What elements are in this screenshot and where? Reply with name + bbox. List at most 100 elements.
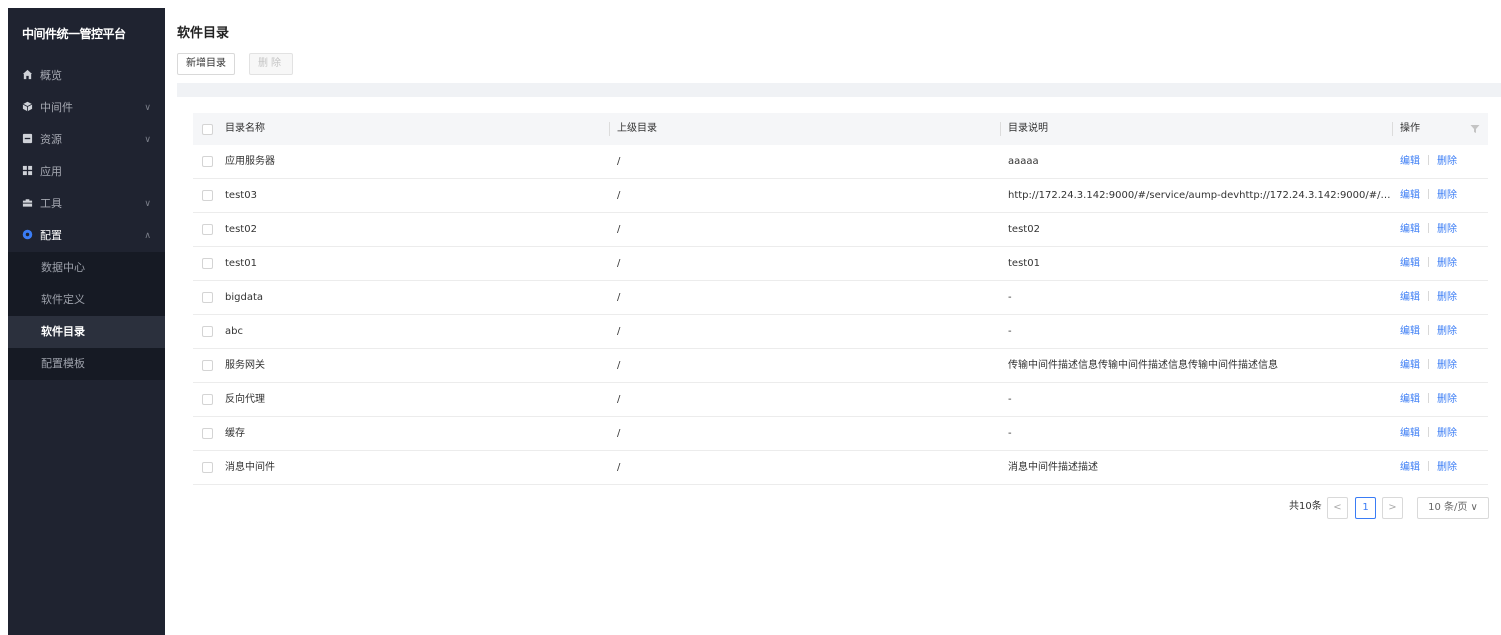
row-checkbox[interactable]	[202, 156, 213, 167]
delete-link[interactable]: 删除	[1437, 292, 1457, 303]
table-row: 缓存 / - 编辑 删除	[193, 417, 1488, 451]
delete-link[interactable]: 删除	[1437, 224, 1457, 235]
delete-link[interactable]: 删除	[1437, 462, 1457, 473]
cell-name: test01	[225, 258, 257, 269]
cell-name: 消息中间件	[225, 462, 275, 473]
edit-link[interactable]: 编辑	[1400, 258, 1420, 269]
cell-description: -	[1008, 292, 1012, 303]
nav-label: 应用	[40, 165, 62, 178]
filter-icon[interactable]	[1470, 124, 1480, 134]
cell-parent: /	[617, 394, 621, 405]
table-header: 目录名称 上级目录 目录说明 操作	[193, 113, 1488, 145]
column-header-actions: 操作	[1400, 123, 1420, 134]
edit-link[interactable]: 编辑	[1400, 360, 1420, 371]
config-submenu: 数据中心 软件定义 软件目录 配置模板	[8, 252, 165, 380]
cell-description: test02	[1008, 224, 1040, 235]
submenu-item-config-template[interactable]: 配置模板	[8, 348, 165, 380]
nav-item-overview[interactable]: 概览	[8, 60, 165, 92]
table-row: test02 / test02 编辑 删除	[193, 213, 1488, 247]
add-catalog-button[interactable]: 新增目录	[177, 53, 235, 75]
row-checkbox[interactable]	[202, 394, 213, 405]
edit-link[interactable]: 编辑	[1400, 156, 1420, 167]
column-header-description: 目录说明	[1008, 123, 1048, 134]
nav-item-tools[interactable]: 工具 ∨	[8, 188, 165, 220]
cell-name: test03	[225, 190, 257, 201]
delete-link[interactable]: 删除	[1437, 428, 1457, 439]
row-checkbox[interactable]	[202, 428, 213, 439]
cell-name: 服务网关	[225, 360, 265, 371]
edit-link[interactable]: 编辑	[1400, 326, 1420, 337]
submenu-item-datacenter[interactable]: 数据中心	[8, 252, 165, 284]
edit-link[interactable]: 编辑	[1400, 224, 1420, 235]
page-1-button[interactable]: 1	[1355, 497, 1376, 519]
delete-link[interactable]: 删除	[1437, 394, 1457, 405]
cell-actions: 编辑 删除	[1400, 315, 1480, 348]
select-all-checkbox[interactable]	[202, 124, 213, 135]
table-row: 反向代理 / - 编辑 删除	[193, 383, 1488, 417]
row-checkbox[interactable]	[202, 326, 213, 337]
table-row: 消息中间件 / 消息中间件描述描述 编辑 删除	[193, 451, 1488, 485]
row-checkbox[interactable]	[202, 292, 213, 303]
prev-page-button[interactable]: <	[1327, 497, 1348, 519]
cell-description: test01	[1008, 258, 1040, 269]
table-row: 服务网关 / 传输中间件描述信息传输中间件描述信息传输中间件描述信息 编辑 删除	[193, 349, 1488, 383]
submenu-item-software-catalog[interactable]: 软件目录	[8, 316, 165, 348]
gear-icon	[22, 229, 33, 240]
action-divider	[1428, 189, 1429, 199]
nav-item-apps[interactable]: 应用	[8, 156, 165, 188]
delete-link[interactable]: 删除	[1437, 326, 1457, 337]
row-checkbox[interactable]	[202, 360, 213, 371]
nav-item-resources[interactable]: 资源 ∨	[8, 124, 165, 156]
cell-description: aaaaa	[1008, 156, 1039, 167]
cell-description: 传输中间件描述信息传输中间件描述信息传输中间件描述信息	[1008, 360, 1278, 371]
nav-label: 工具	[40, 197, 62, 210]
cell-actions: 编辑 删除	[1400, 145, 1480, 178]
cell-actions: 编辑 删除	[1400, 281, 1480, 314]
table-row: 应用服务器 / aaaaa 编辑 删除	[193, 145, 1488, 179]
column-divider	[609, 122, 610, 136]
delete-link[interactable]: 删除	[1437, 258, 1457, 269]
grid-icon	[22, 165, 33, 176]
delete-link[interactable]: 删除	[1437, 156, 1457, 167]
next-page-button[interactable]: >	[1382, 497, 1403, 519]
row-checkbox[interactable]	[202, 224, 213, 235]
home-icon	[22, 69, 33, 80]
table-row: abc / - 编辑 删除	[193, 315, 1488, 349]
cell-name: abc	[225, 326, 243, 337]
delete-button[interactable]: 删除	[249, 53, 293, 75]
sidebar: 中间件统一管控平台 概览 中间件 ∨ 资源 ∨ 应用 工具 ∨ 配置 ∧ 数据中…	[8, 8, 165, 635]
table-row: bigdata / - 编辑 删除	[193, 281, 1488, 315]
nav-item-middleware[interactable]: 中间件 ∨	[8, 92, 165, 124]
cell-name: 反向代理	[225, 394, 265, 405]
column-divider	[1392, 122, 1393, 136]
edit-link[interactable]: 编辑	[1400, 394, 1420, 405]
pagination: 共10条 < 1 > 10 条/页 ∨	[1289, 497, 1489, 519]
edit-link[interactable]: 编辑	[1400, 292, 1420, 303]
page-size-select[interactable]: 10 条/页 ∨	[1417, 497, 1489, 519]
chevron-down-icon: ∨	[144, 135, 151, 145]
cell-description: http://172.24.3.142:9000/#/service/aump-…	[1008, 190, 1393, 201]
main-content: 软件目录 新增目录 删除 目录名称 上级目录 目录说明 操作 应用服务器 / aaa…	[165, 0, 1501, 635]
cell-actions: 编辑 删除	[1400, 383, 1480, 416]
row-checkbox[interactable]	[202, 462, 213, 473]
nav-item-config[interactable]: 配置 ∧	[8, 220, 165, 252]
cell-actions: 编辑 删除	[1400, 349, 1480, 382]
cell-parent: /	[617, 258, 621, 269]
table-row: test03 / http://172.24.3.142:9000/#/servic…	[193, 179, 1488, 213]
nav-label: 中间件	[40, 101, 73, 114]
edit-link[interactable]: 编辑	[1400, 428, 1420, 439]
edit-link[interactable]: 编辑	[1400, 190, 1420, 201]
row-checkbox[interactable]	[202, 258, 213, 269]
delete-link[interactable]: 删除	[1437, 190, 1457, 201]
edit-link[interactable]: 编辑	[1400, 462, 1420, 473]
action-divider	[1428, 155, 1429, 165]
cell-parent: /	[617, 462, 621, 473]
delete-link[interactable]: 删除	[1437, 360, 1457, 371]
chevron-down-icon: ∨	[144, 199, 151, 209]
submenu-item-software-definition[interactable]: 软件定义	[8, 284, 165, 316]
nav-label: 概览	[40, 69, 62, 82]
table-body: 应用服务器 / aaaaa 编辑 删除 test03/http://172.24.3.14…	[193, 145, 1488, 485]
row-checkbox[interactable]	[202, 190, 213, 201]
cell-parent: /	[617, 190, 621, 201]
cell-parent: /	[617, 326, 621, 337]
